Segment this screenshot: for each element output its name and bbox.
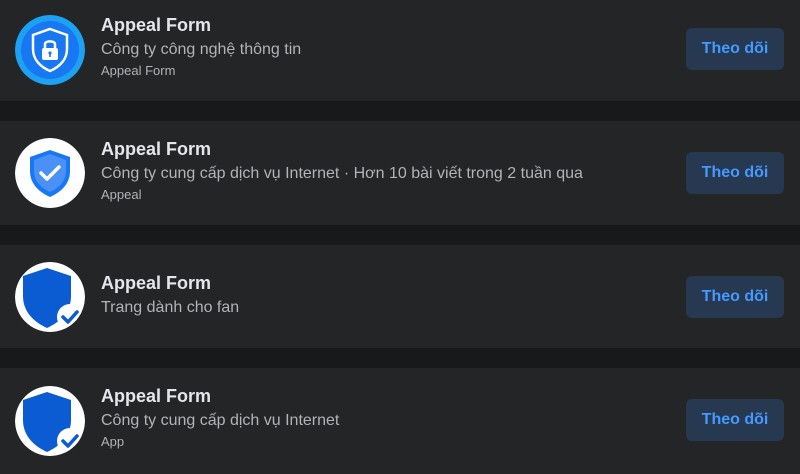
page-name[interactable]: Appeal Form [101,138,600,160]
shield-check-icon[interactable] [15,262,85,332]
page-result-text: Appeal Form Công ty công nghệ thông tin … [101,14,600,79]
follow-button[interactable]: Theo dõi [686,152,784,194]
page-result-card[interactable]: Appeal Form Công ty cung cấp dịch vụ Int… [0,121,800,225]
follow-button[interactable]: Theo dõi [686,28,784,70]
page-result-card[interactable]: Appeal Form Công ty cung cấp dịch vụ Int… [0,368,800,474]
page-result-text: Appeal Form Trang dành cho fan [101,272,600,318]
page-name[interactable]: Appeal Form [101,385,600,407]
shield-check-icon[interactable] [15,386,85,456]
page-category: Công ty cung cấp dịch vụ Internet [101,412,340,429]
follow-button[interactable]: Theo dõi [686,276,784,318]
page-category: Trang dành cho fan [101,299,240,316]
page-result-card[interactable]: Appeal Form Công ty công nghệ thông tin … [0,0,800,101]
page-name[interactable]: Appeal Form [101,272,600,294]
page-category: Công ty cung cấp dịch vụ Internet · Hơn … [101,165,583,182]
page-meta: Appeal Form [101,63,176,78]
lock-shield-icon[interactable] [15,15,85,85]
page-meta: Appeal [101,187,142,202]
page-name[interactable]: Appeal Form [101,14,600,36]
check-shield-icon[interactable] [15,138,85,208]
page-category: Công ty công nghệ thông tin [101,41,302,58]
page-result-card[interactable]: Appeal Form Trang dành cho fan Theo dõi [0,245,800,348]
follow-button[interactable]: Theo dõi [686,399,784,441]
page-meta: App [101,434,125,449]
page-result-text: Appeal Form Công ty cung cấp dịch vụ Int… [101,138,600,203]
page-result-text: Appeal Form Công ty cung cấp dịch vụ Int… [101,385,600,450]
page-results-list: Appeal Form Công ty công nghệ thông tin … [0,0,800,474]
